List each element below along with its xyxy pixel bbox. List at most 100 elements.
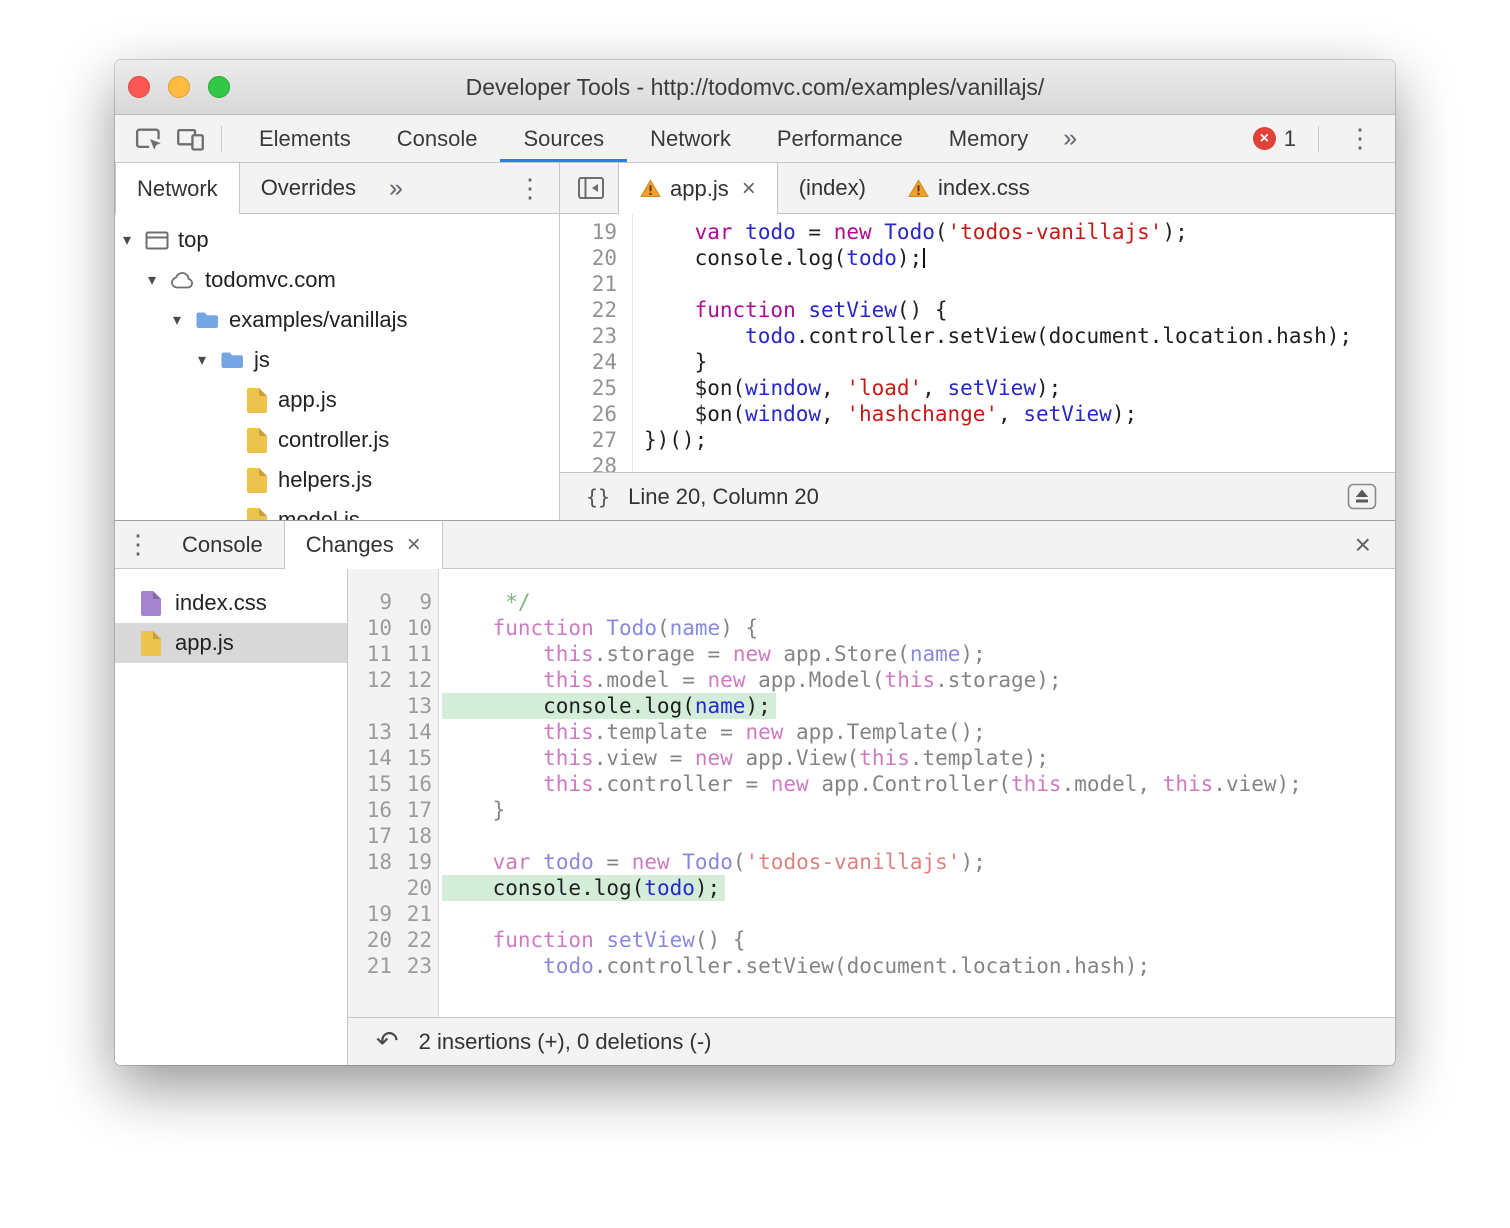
tree-item-todomvc.com[interactable]: ▾ todomvc.com (115, 260, 559, 300)
code-line-text: $on(window, 'hashchange', setView); (632, 401, 1138, 427)
tree-item-top[interactable]: ▾ top (115, 220, 559, 260)
tree-item-controller.js[interactable]: controller.js (115, 420, 559, 460)
tree-item-label: model.js (278, 507, 360, 520)
tree-item-label: helpers.js (278, 467, 373, 492)
code-line[interactable]: 26 $on(window, 'hashchange', setView); (560, 401, 1395, 427)
window-close-button[interactable] (128, 76, 150, 98)
code-token: = (593, 850, 632, 874)
folder-icon (220, 350, 245, 370)
code-token: function (492, 928, 594, 952)
tab-close-icon[interactable]: × (407, 531, 421, 559)
tab-label: index.css (937, 175, 1030, 200)
main-tab-elements[interactable]: Elements (236, 115, 374, 162)
main-tab-sources[interactable]: Sources (500, 115, 627, 162)
tree-item-examples-vanillajs[interactable]: ▾ examples/vanillajs (115, 300, 559, 340)
window-zoom-button[interactable] (208, 76, 230, 98)
collapse-navigator-icon[interactable] (564, 163, 618, 213)
code-token: name (669, 616, 721, 640)
editor-code[interactable]: 19 var todo = new Todo('todos-vanillajs'… (560, 214, 1395, 472)
drawer-close-icon[interactable]: × (1331, 521, 1395, 568)
code-line[interactable]: 27})(); (560, 427, 1395, 453)
tab-label: Console (182, 531, 263, 557)
code-line[interactable]: 23 todo.controller.setView(document.loca… (560, 323, 1395, 349)
tree-item-helpers.js[interactable]: helpers.js (115, 460, 559, 500)
diff-old-line-number: 15 (366, 772, 392, 796)
code-line[interactable]: 21 (560, 271, 1395, 297)
editor-tab-index.css[interactable]: index.css (887, 163, 1051, 213)
diff-row: 13 console.log(name); (348, 693, 1395, 719)
code-token: todo (543, 954, 594, 978)
tree-item-model.js[interactable]: model.js (115, 500, 559, 520)
code-token: , (821, 402, 847, 426)
code-token: todo (846, 246, 897, 270)
main-tab-console[interactable]: Console (374, 115, 501, 162)
code-token: .view); (1213, 772, 1302, 796)
tree-item-label: js (254, 347, 270, 372)
disclosure-expanded-icon[interactable]: ▾ (123, 230, 145, 250)
drawer-tab-changes[interactable]: Changes × (283, 521, 443, 569)
diff-old-line-number: 21 (366, 954, 392, 978)
code-line[interactable]: 28 (560, 453, 1395, 472)
changes-file-index.css[interactable]: index.css (115, 583, 347, 623)
main-tab-performance[interactable]: Performance (754, 115, 926, 162)
editor-tab-app.js[interactable]: app.js × (618, 163, 778, 214)
tab-close-icon[interactable]: × (742, 175, 756, 203)
tree-item-js[interactable]: ▾ js (115, 340, 559, 380)
diff-new-line-number: 11 (406, 642, 432, 666)
diff-code-cell: function Todo(name) { (432, 615, 759, 641)
code-token: .template); (909, 746, 1049, 770)
code-token: } (644, 350, 708, 374)
sidebar-more-tabs-chevron-icon[interactable]: » (377, 163, 415, 213)
revert-changes-icon[interactable]: ↶ (376, 1028, 399, 1055)
inspect-element-icon[interactable] (127, 115, 169, 162)
code-line[interactable]: 24 } (560, 349, 1395, 375)
more-panels-chevron-icon[interactable]: » (1051, 115, 1089, 162)
tree-item-app.js[interactable]: app.js (115, 380, 559, 420)
diff-code-cell: this.storage = new app.Store(name); (432, 641, 986, 667)
drawer-tab-strip: ⋮ Console Changes × × (115, 521, 1395, 569)
code-token: 'load' (846, 376, 923, 400)
sidebar-menu-icon[interactable]: ⋮ (501, 163, 559, 213)
pretty-print-icon[interactable]: {} (586, 485, 610, 509)
changes-file-app.js[interactable]: app.js (115, 623, 347, 663)
error-badge-icon[interactable]: × (1252, 127, 1276, 150)
code-token: $on( (644, 402, 746, 426)
main-tab-network[interactable]: Network (627, 115, 754, 162)
file-js-icon (247, 507, 267, 520)
drawer-menu-icon[interactable]: ⋮ (115, 521, 161, 568)
code-line[interactable]: 19 var todo = new Todo('todos-vanillajs'… (560, 219, 1395, 245)
code-token: name (909, 642, 961, 666)
code-line[interactable]: 25 $on(window, 'load', setView); (560, 375, 1395, 401)
line-number: 23 (591, 324, 617, 348)
code-token: ); (960, 850, 986, 874)
line-number: 20 (591, 246, 617, 270)
disclosure-expanded-icon[interactable]: ▾ (173, 310, 195, 330)
window-minimize-button[interactable] (168, 76, 190, 98)
code-token: console.log( (644, 246, 847, 270)
code-token: setView (606, 928, 695, 952)
code-token: ); (1035, 376, 1062, 400)
disclosure-expanded-icon[interactable]: ▾ (148, 270, 170, 290)
code-line[interactable]: 22 function setView() { (560, 297, 1395, 323)
disclosure-expanded-icon[interactable]: ▾ (198, 350, 220, 370)
file-js-icon (247, 467, 267, 493)
code-token: this (543, 720, 594, 744)
code-token: app.Store( (770, 642, 910, 666)
code-token: new (770, 772, 809, 796)
main-tab-memory[interactable]: Memory (926, 115, 1051, 162)
sidebar-tab-network[interactable]: Network (115, 163, 240, 214)
device-toolbar-icon[interactable] (169, 115, 211, 162)
code-token: window (745, 402, 822, 426)
devtools-menu-icon[interactable]: ⋮ (1337, 123, 1383, 154)
sidebar-tab-overrides[interactable]: Overrides (240, 163, 377, 213)
diff-new-line-number: 15 (406, 746, 432, 770)
diff-new-line-number: 16 (406, 772, 432, 796)
diff-code-cell: this.view = new app.View(this.template); (432, 745, 1049, 771)
open-file-eject-icon[interactable] (1347, 483, 1377, 510)
editor-tab-index[interactable]: (index) (778, 163, 887, 213)
diff-row: 18 19 var todo = new Todo('todos-vanillaj… (348, 849, 1395, 875)
diff-old-line-number: 11 (366, 642, 392, 666)
drawer-tab-console[interactable]: Console (161, 521, 284, 568)
code-line[interactable]: 20 console.log(todo); (560, 245, 1395, 271)
